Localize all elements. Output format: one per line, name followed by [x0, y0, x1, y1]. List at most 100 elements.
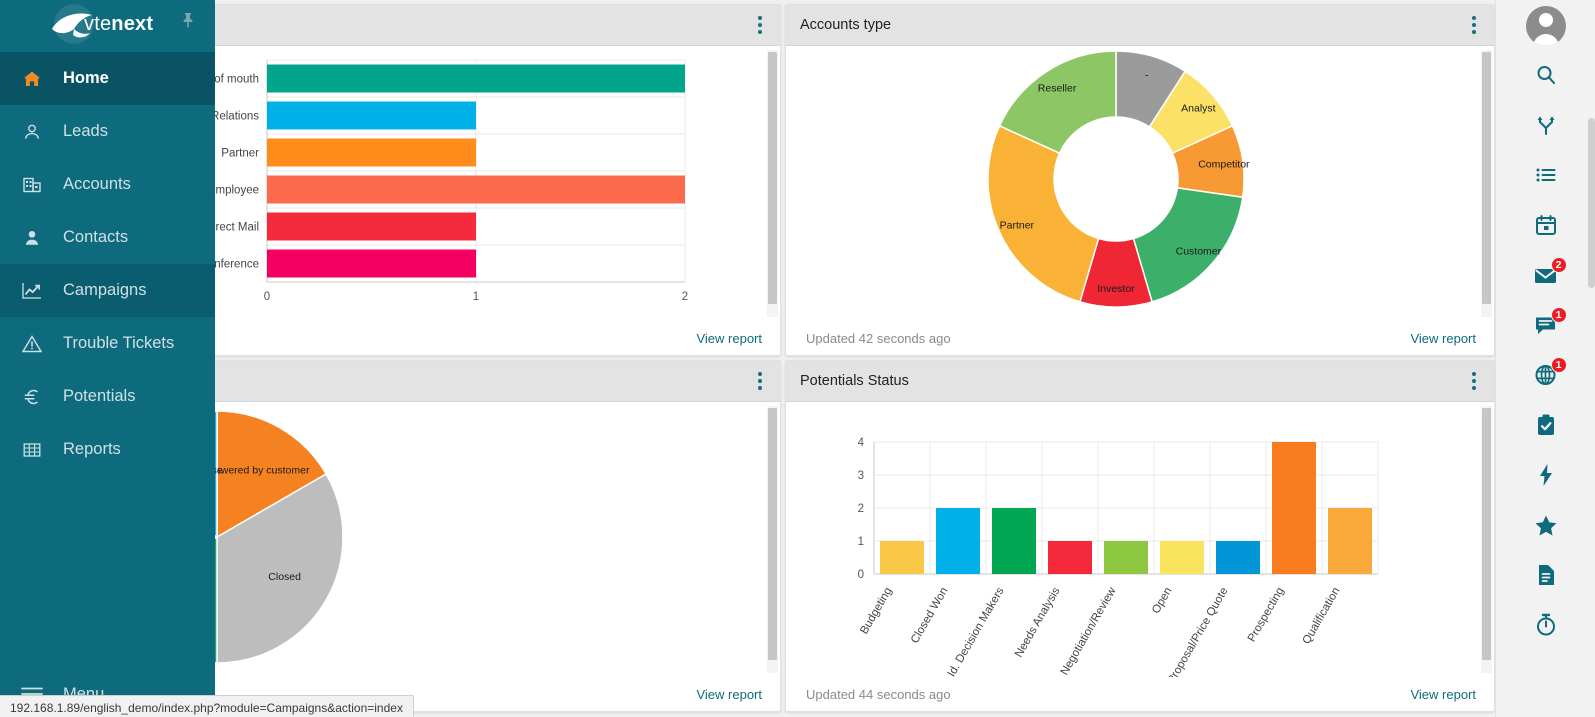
grid-icon: [17, 440, 47, 460]
sidebar-item-label: Trouble Tickets: [63, 334, 174, 353]
svg-text:Prospecting: Prospecting: [1246, 586, 1287, 645]
search-icon[interactable]: [1519, 56, 1573, 94]
svg-text:Customer: Customer: [1176, 245, 1222, 257]
view-report-link[interactable]: View report: [1410, 331, 1476, 346]
chart-line-icon: [17, 281, 47, 301]
brand-name: vtenext: [84, 13, 153, 36]
rail-scrollbar[interactable]: [1588, 118, 1595, 288]
widget-scrollbar[interactable]: [1481, 406, 1492, 673]
svg-text:-: -: [1145, 69, 1149, 81]
svg-text:Investor: Investor: [1097, 283, 1135, 295]
sidebar-item-potentials[interactable]: Potentials: [0, 370, 215, 423]
donut-chart: - Analyst Competitor Customer Investor Partne…: [786, 46, 1480, 321]
brand-header: vtenext: [0, 0, 215, 48]
chat-icon[interactable]: 1: [1519, 306, 1573, 344]
star-icon[interactable]: [1519, 506, 1573, 544]
lightning-icon[interactable]: [1519, 456, 1573, 494]
sidebar-item-label: Reports: [63, 440, 121, 459]
left-sidebar: vtenext Home Leads: [0, 0, 215, 717]
list-icon[interactable]: [1519, 156, 1573, 194]
vertical-bar-chart: 01234BudgetingClosed WonId. Decision Mak…: [786, 402, 1480, 677]
sidebar-item-contacts[interactable]: Contacts: [0, 211, 215, 264]
avatar-body: [1533, 34, 1559, 46]
updated-label: Updated 44 seconds ago: [806, 687, 951, 702]
svg-text:Competitor: Competitor: [1198, 158, 1250, 170]
svg-text:Analyst: Analyst: [1181, 103, 1216, 115]
kebab-menu-icon[interactable]: [754, 366, 766, 396]
status-bar-url: 192.168.1.89/english_demo/index.php?modu…: [0, 695, 414, 717]
widget-scrollbar[interactable]: [1481, 50, 1492, 317]
sidebar-item-label: Potentials: [63, 387, 135, 406]
sidebar-item-reports[interactable]: Reports: [0, 423, 215, 476]
calendar-icon[interactable]: [1519, 206, 1573, 244]
sidebar-nav: Home Leads Accounts Contacts: [0, 48, 215, 671]
svg-text:Negotiation/Review: Negotiation/Review: [1059, 585, 1119, 677]
sidebar-item-trouble-tickets[interactable]: Trouble Tickets: [0, 317, 215, 370]
svg-text:Proposal/Price Quote: Proposal/Price Quote: [1166, 586, 1231, 678]
document-icon[interactable]: [1519, 556, 1573, 594]
sidebar-item-accounts[interactable]: Accounts: [0, 158, 215, 211]
euro-icon: [17, 387, 47, 407]
widget-header: Potentials Status: [786, 361, 1494, 402]
svg-text:2: 2: [858, 503, 864, 515]
svg-text:Needs Analysis: Needs Analysis: [1013, 585, 1063, 659]
kebab-menu-icon[interactable]: [1468, 366, 1480, 396]
widget-scrollbar[interactable]: [767, 406, 778, 673]
widget-body: 01234BudgetingClosed WonId. Decision Mak…: [786, 402, 1494, 677]
sidebar-item-leads[interactable]: Leads: [0, 105, 215, 158]
status-url-text: 192.168.1.89/english_demo/index.php?modu…: [10, 701, 403, 715]
svg-text:2: 2: [682, 291, 688, 303]
view-report-link[interactable]: View report: [696, 687, 762, 702]
view-report-link[interactable]: View report: [696, 331, 762, 346]
view-report-link[interactable]: View report: [1410, 687, 1476, 702]
widget-accounts-type: Accounts type - Analyst Competitor Customer…: [785, 4, 1495, 356]
svg-text:Closed: Closed: [268, 571, 301, 583]
sidebar-item-label: Contacts: [63, 228, 128, 247]
svg-text:0: 0: [264, 291, 270, 303]
svg-text:Budgeting: Budgeting: [858, 586, 894, 637]
sidebar-item-home[interactable]: Home: [0, 52, 215, 105]
svg-text:0: 0: [858, 569, 864, 581]
kebab-menu-icon[interactable]: [1468, 10, 1480, 40]
user-avatar[interactable]: [1526, 6, 1566, 46]
sidebar-item-label: Home: [63, 69, 109, 88]
svg-text:Id. Decision Makers: Id. Decision Makers: [946, 585, 1007, 677]
home-icon: [17, 69, 47, 89]
timer-icon[interactable]: [1519, 606, 1573, 644]
branch-icon[interactable]: [1519, 106, 1573, 144]
widget-footer: Updated 44 seconds ago View report: [786, 677, 1494, 711]
widget-footer: Updated 42 seconds ago View report: [786, 321, 1494, 355]
svg-text:Closed Won: Closed Won: [909, 586, 951, 646]
svg-text:1: 1: [473, 291, 479, 303]
svg-text:Open: Open: [1150, 586, 1174, 616]
person-icon: [17, 122, 47, 142]
widget-title: Potentials Status: [800, 373, 909, 389]
updated-label: Updated 42 seconds ago: [806, 331, 951, 346]
svg-text:Employee: Employee: [208, 185, 259, 197]
svg-text:Qualification: Qualification: [1301, 586, 1343, 647]
svg-text:3: 3: [858, 470, 864, 482]
widget-potentials-status: Potentials Status 01234BudgetingClosed W…: [785, 360, 1495, 712]
right-rail: 2 1 1: [1495, 0, 1595, 717]
dashboard-grid: Word of mouthPublic RelationsPartnerEmpl…: [0, 0, 1495, 717]
widget-header: Accounts type: [786, 5, 1494, 46]
sidebar-item-campaigns[interactable]: Campaigns: [0, 264, 215, 317]
clipboard-check-icon[interactable]: [1519, 406, 1573, 444]
chat-badge: 1: [1551, 307, 1567, 323]
contact-icon: [17, 228, 47, 248]
pin-icon[interactable]: [181, 12, 195, 33]
globe-badge: 1: [1551, 357, 1567, 373]
svg-text:4: 4: [858, 437, 865, 449]
widget-body: - Analyst Competitor Customer Investor Partne…: [786, 46, 1494, 321]
widget-scrollbar[interactable]: [767, 50, 778, 317]
sidebar-item-label: Leads: [63, 122, 108, 141]
kebab-menu-icon[interactable]: [754, 10, 766, 40]
mail-icon[interactable]: 2: [1519, 256, 1573, 294]
warning-icon: [17, 334, 47, 354]
dashboard-page: Word of mouthPublic RelationsPartnerEmpl…: [0, 0, 1595, 717]
sidebar-item-label: Accounts: [63, 175, 131, 194]
svg-text:Partner: Partner: [221, 148, 259, 160]
building-icon: [17, 175, 47, 195]
globe-icon[interactable]: 1: [1519, 356, 1573, 394]
svg-text:Partner: Partner: [1000, 219, 1035, 231]
